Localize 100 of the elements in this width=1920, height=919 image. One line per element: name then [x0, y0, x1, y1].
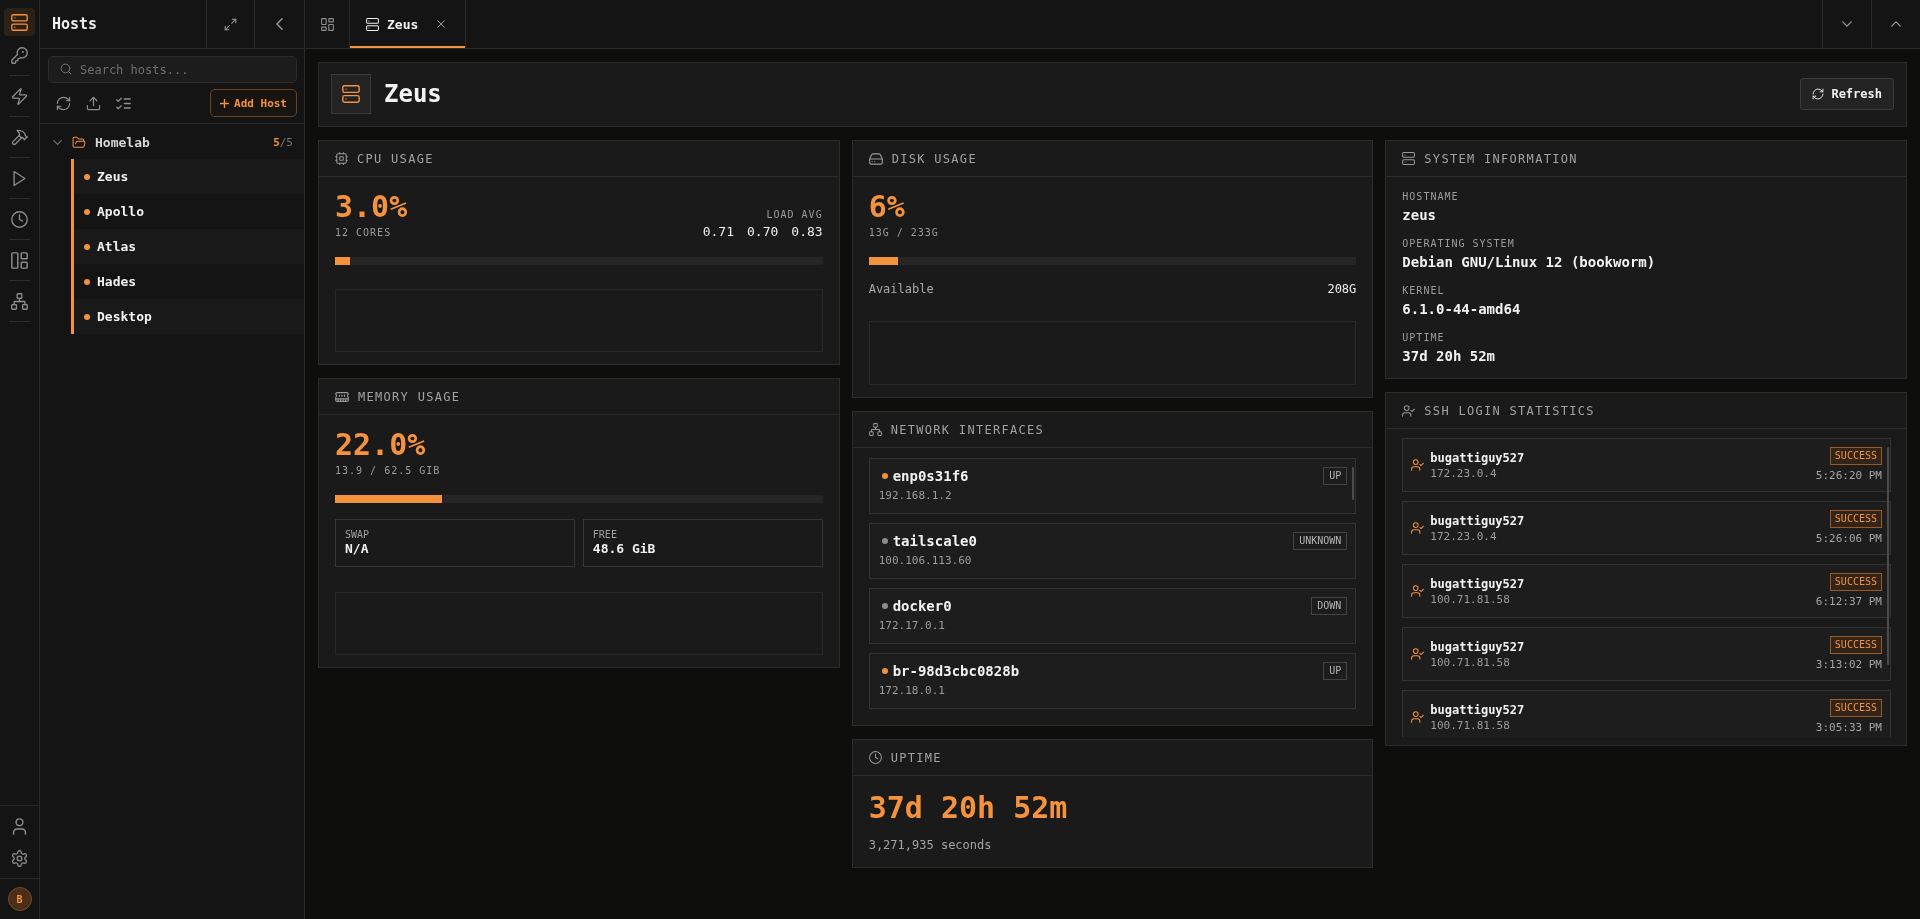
card-title: DISK USAGE: [891, 151, 977, 166]
login-user: bugattiguy527: [1430, 701, 1525, 718]
login-user: bugattiguy527: [1430, 512, 1525, 529]
refresh-button[interactable]: Refresh: [1800, 78, 1894, 110]
dashboard-icon: [320, 17, 334, 31]
info-value: Debian GNU/Linux 12 (bookworm): [1402, 253, 1657, 272]
user-check-icon: [1411, 648, 1425, 660]
user-check-icon: [1411, 522, 1425, 534]
user-check-icon: [1411, 585, 1425, 597]
uptime-value: 37d 20h 52m: [868, 791, 1069, 825]
login-user: bugattiguy527: [1430, 575, 1525, 592]
status-badge: UNKNOWN: [1293, 532, 1348, 550]
host-title: Zeus: [384, 80, 442, 108]
hard-drive-icon: [868, 152, 883, 165]
available-value: 208G: [1327, 282, 1357, 296]
stat-label: SWAP: [345, 529, 371, 541]
host-item[interactable]: Desktop: [74, 299, 304, 334]
info-label: HOSTNAME: [1402, 191, 1460, 203]
uptime-seconds: 3,271,935 seconds: [868, 838, 993, 852]
host-count: 5/5: [273, 135, 293, 149]
result-badge: SUCCESS: [1829, 447, 1882, 465]
folder-toggle[interactable]: Homelab: [53, 134, 150, 150]
cpu-chip-icon: [335, 152, 348, 165]
interface-name: docker0: [892, 598, 952, 614]
interface-address: 192.168.1.2: [878, 489, 953, 503]
login-time: 5:26:20 PM: [1815, 469, 1882, 483]
server-icon: [11, 13, 28, 31]
host-item[interactable]: Atlas: [74, 229, 304, 264]
server-icon: [366, 17, 379, 31]
load-value: 0.83: [791, 224, 823, 240]
result-badge: SUCCESS: [1829, 699, 1882, 717]
avatar-button[interactable]: B: [7, 887, 32, 911]
stat-value: 48.6 GiB: [592, 541, 657, 557]
chevron-left-icon: [276, 18, 283, 30]
result-badge: SUCCESS: [1829, 573, 1882, 591]
search-field[interactable]: Search hosts...: [48, 56, 297, 83]
card-title: NETWORK INTERFACES: [890, 422, 1045, 437]
login-ip: 100.71.81.58: [1430, 718, 1511, 733]
clock-icon: [11, 210, 28, 228]
card-title: UPTIME: [890, 750, 942, 765]
interface-address: 172.18.0.1: [878, 684, 946, 698]
result-badge: SUCCESS: [1829, 636, 1882, 654]
add-host-button[interactable]: Add Host: [210, 89, 297, 117]
user-check-icon: [1411, 711, 1425, 723]
info-value: 37d 20h 52m: [1402, 347, 1497, 366]
checklist-icon: [116, 95, 131, 111]
status-badge: UP: [1323, 662, 1348, 680]
login-ip: 172.23.0.4: [1430, 529, 1498, 544]
nav-button[interactable]: [4, 8, 35, 36]
dashboard-icon: [11, 251, 28, 269]
tab[interactable]: Zeus: [350, 0, 466, 48]
host-item[interactable]: Apollo: [74, 194, 304, 229]
host-item[interactable]: Zeus: [74, 159, 304, 194]
user-icon: [11, 817, 28, 835]
load-label: LOAD AVG: [766, 208, 823, 222]
login-ip: 100.71.81.58: [1430, 655, 1511, 670]
card-title: MEMORY USAGE: [358, 389, 461, 404]
info-label: KERNEL: [1402, 285, 1446, 297]
panel-title: Hosts: [51, 14, 99, 35]
usage-value: 22.0%: [335, 428, 427, 462]
refresh-icon: [1812, 88, 1825, 100]
key-icon: [11, 46, 28, 64]
interface-name: enp0s31f6: [892, 468, 969, 484]
status-badge: UP: [1323, 467, 1348, 485]
info-value: zeus: [1402, 206, 1438, 225]
play-icon: [11, 169, 28, 187]
refresh-icon: [56, 95, 71, 111]
close-icon[interactable]: [437, 20, 445, 28]
info-label: UPTIME: [1402, 332, 1446, 344]
usage-detail: 13.9 / 62.5 GIB: [335, 464, 442, 478]
available-label: Available: [868, 282, 934, 296]
stat-value: N/A: [345, 541, 370, 557]
login-user: bugattiguy527: [1430, 449, 1525, 466]
scrollbar-thumb[interactable]: [1352, 467, 1355, 500]
status-badge: DOWN: [1311, 597, 1348, 615]
hammer-icon: [11, 128, 28, 146]
usage-detail: 12 CORES: [335, 226, 393, 240]
result-badge: SUCCESS: [1829, 510, 1882, 528]
card-title: CPU USAGE: [357, 151, 434, 166]
expand-icon: [224, 17, 237, 31]
host-item[interactable]: Hades: [74, 264, 304, 299]
chevron-down-icon: [1842, 21, 1852, 27]
user-check-icon: [1411, 459, 1425, 471]
lightning-icon: [11, 87, 28, 105]
settings-icon: [11, 849, 28, 867]
usage-detail: 13G / 233G: [868, 226, 940, 240]
login-ip: 172.23.0.4: [1430, 466, 1498, 481]
login-time: 6:12:37 PM: [1815, 595, 1882, 609]
search-icon: [60, 63, 72, 75]
plus-icon: [220, 98, 229, 108]
server-icon: [331, 74, 371, 114]
login-ip: 100.71.81.58: [1430, 592, 1511, 607]
interface-address: 100.106.113.60: [878, 554, 973, 568]
chevron-up-icon: [1891, 21, 1901, 27]
usage-value: 6%: [868, 190, 906, 224]
interface-address: 172.17.0.1: [878, 619, 946, 633]
load-value: 0.70: [747, 224, 779, 240]
interface-name: br-98d3cbc0828b: [892, 663, 1020, 679]
upload-icon: [86, 95, 101, 111]
memory-stick-icon: [335, 391, 349, 402]
